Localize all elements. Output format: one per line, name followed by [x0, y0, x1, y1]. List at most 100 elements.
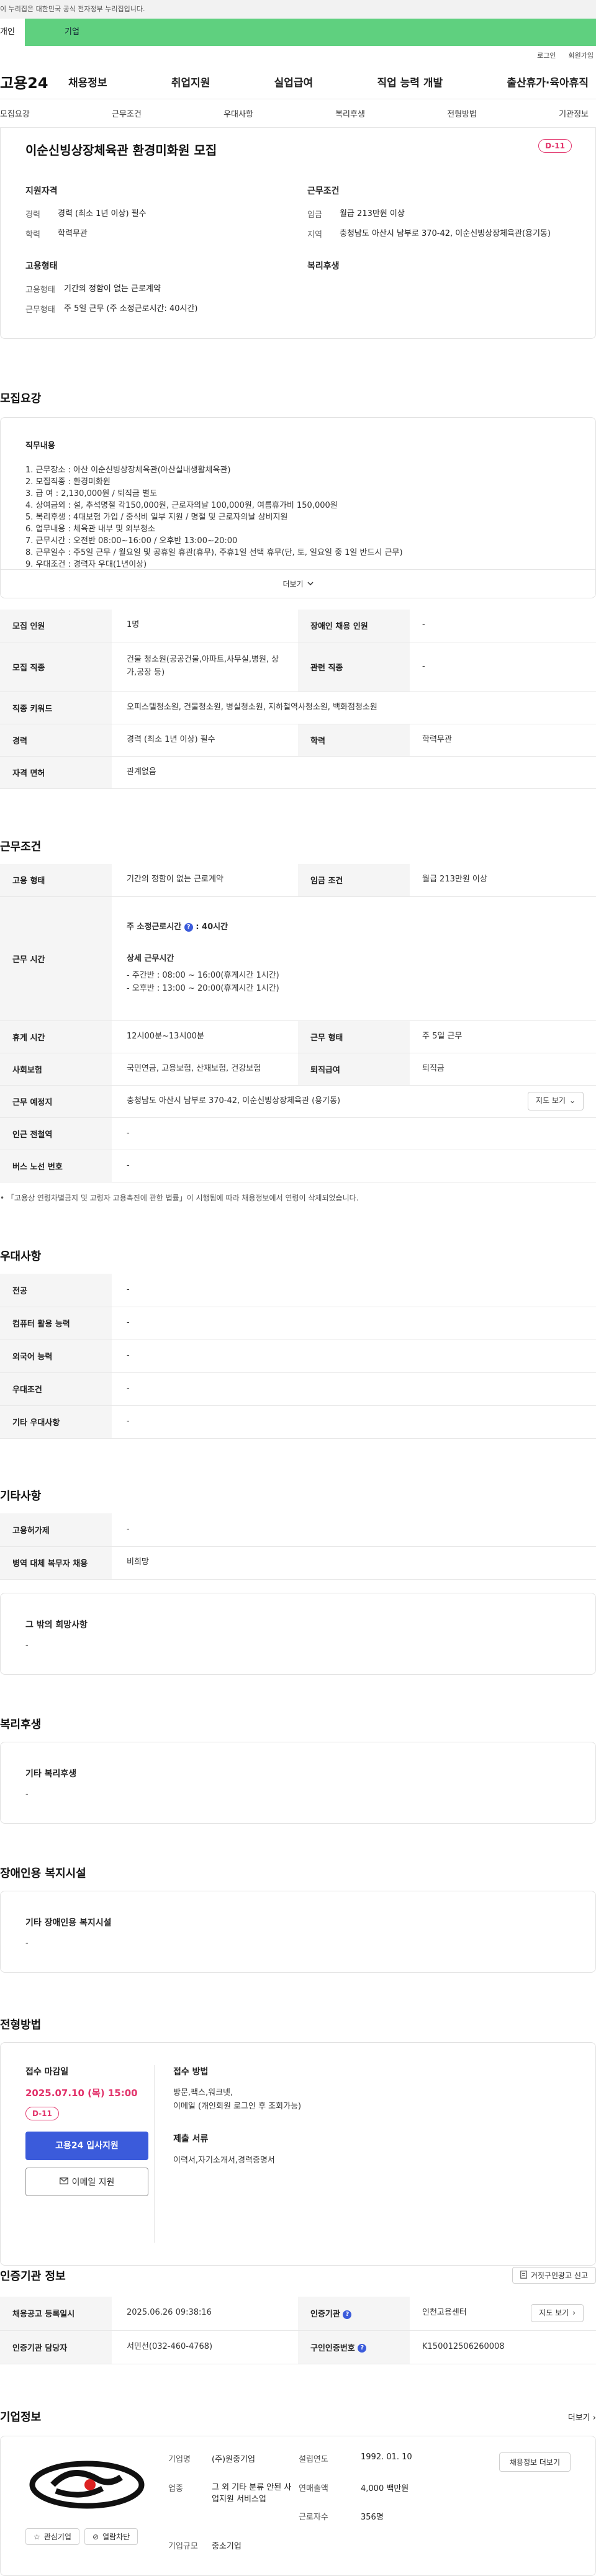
favorite-company-button[interactable]: ☆ 관심기업 — [25, 2528, 79, 2545]
subtab-workcond[interactable]: 근무조건 — [112, 107, 142, 119]
table-row: 직종 키워드 오피스텔청소원, 건물청소원, 병실청소원, 지하철역사청소원, … — [0, 691, 596, 724]
welfare-card: 기타 복리후생 - — [0, 1742, 596, 1824]
job-detail-line: 3. 급 여 : 2,130,000원 / 퇴직금 별도 — [25, 489, 157, 498]
wage-cond-label: 임금 조건 — [298, 864, 410, 897]
chevron-right-icon: › — [572, 2308, 576, 2318]
company-size-value: 중소기업 — [212, 2541, 242, 2551]
disabled-card-heading: 기타 장애인용 복지시설 — [25, 1918, 112, 1928]
top-tab-bar: 개인 기업 — [0, 19, 596, 46]
table-row: 근무 예정지 충청남도 아산시 남부로 370-42, 이순신빙상장체육관 (용… — [0, 1085, 596, 1118]
military-label: 병역 대체 복무자 채용 — [0, 1546, 112, 1580]
report-label: 거짓구인광고 신고 — [530, 2271, 588, 2280]
tab-company[interactable]: 기업 — [25, 19, 596, 46]
detail-subtabs: 모집요강 근무조건 우대사항 복리후생 전형방법 기관정보 — [0, 99, 596, 128]
job-detail-line: 6. 업무내용 : 체육관 내부 및 외부청소 — [25, 525, 156, 534]
insurance-value: 국민연금, 고용보험, 산재보험, 건강보험 — [112, 1053, 298, 1086]
sales-value: 4,000 백만원 — [361, 2484, 409, 2493]
reg-date-value: 2025.06.26 09:38:16 — [112, 2297, 298, 2331]
online-apply-button[interactable]: 고용24 입사지원 — [25, 2132, 148, 2160]
edu-row-value: 학력무관 — [410, 724, 596, 757]
career-row-value: 경력 (최소 1년 이상) 필수 — [112, 724, 298, 757]
bus-value: - — [112, 1150, 596, 1182]
disabled-count-label: 장애인 채용 인원 — [298, 610, 410, 642]
location-value: 충청남도 아산시 남부로 370-42, 이순신빙상장체육관(용기동) — [340, 228, 551, 238]
summary-card: 이순신빙상장체육관 환경미화원 모집 D-11 지원자격 경력 경력 (최소 1년… — [0, 128, 596, 339]
help-icon[interactable]: ? — [184, 922, 193, 932]
company-logo-image — [25, 2452, 148, 2517]
gnb-item-training[interactable]: 직업 능력 개발 — [377, 74, 443, 89]
related-job-label: 관련 직종 — [298, 642, 410, 692]
sales-label: 연매출액 — [299, 2484, 328, 2493]
map-view-button[interactable]: 지도 보기 ⌄ — [527, 1092, 584, 1110]
job-type-label: 모집 직종 — [0, 642, 112, 692]
docs-value: 이력서,자기소개서,경력증명서 — [173, 2156, 275, 2166]
military-value: 비희망 — [112, 1546, 596, 1580]
gnb-menu: 채용정보 취업지원 실업급여 직업 능력 개발 출산휴가·육아휴직 — [68, 74, 596, 89]
more-button[interactable]: 더보기 — [1, 569, 595, 598]
conditions-block: 근무조건 임금 월급 213만원 이상 지역 충청남도 아산시 남부로 370-42… — [307, 184, 571, 247]
company-name-value: (주)원중기업 — [212, 2455, 255, 2464]
subtab-agency[interactable]: 기관정보 — [559, 107, 589, 119]
welfare-card-value: - — [25, 1790, 29, 1799]
bus-label: 버스 노선 번호 — [0, 1150, 112, 1182]
block-label: 열람차단 — [102, 2533, 130, 2541]
employment-heading: 고용형태 — [25, 261, 58, 271]
workcond-table: 고용 형태 기간의 정함이 없는 근로계약 임금 조건 월급 213만원 이상 … — [0, 864, 596, 1182]
job-detail-line: 8. 근무일수 : 주5일 근무 / 월요일 및 공휴일 휴관(휴무), 주휴1… — [25, 548, 403, 557]
founded-label: 설립연도 — [299, 2455, 328, 2464]
gnb-item-employment-support[interactable]: 취업지원 — [171, 74, 210, 89]
site-logo[interactable]: 고용24 — [0, 71, 68, 92]
reg-date-label: 채용공고 등록일시 — [0, 2297, 112, 2331]
agency-map-label: 지도 보기 — [539, 2308, 569, 2318]
pref-table: 전공 - 컴퓨터 활용 능력 - 외국어 능력 - 우대조건 - 기타 우대사항 - — [0, 1274, 596, 1439]
gnb-item-unemployment-benefit[interactable]: 실업급여 — [274, 74, 314, 89]
recruit-section-title: 모집요강 — [0, 392, 42, 405]
gnb-item-jobs[interactable]: 채용정보 — [68, 74, 107, 89]
document-icon — [520, 2270, 527, 2281]
job-detail-line: 4. 상여금외 : 설, 추석명절 각150,000원, 근로자의날 100,0… — [25, 501, 338, 510]
company-jobs-button[interactable]: 채용정보 더보기 — [499, 2452, 571, 2472]
job-detail-heading: 직무내용 — [25, 441, 55, 451]
job-keyword-label: 직종 키워드 — [0, 691, 112, 724]
recruit-table: 모집 인원 1명 장애인 채용 인원 - 모집 직종 건물 청소원(공공건물,아… — [0, 610, 596, 789]
wage-label: 임금 — [307, 210, 322, 220]
email-apply-button[interactable]: 이메일 지원 — [25, 2168, 148, 2196]
agency-section-title: 인증기관 정보 — [0, 2269, 66, 2283]
eps-value: - — [112, 1513, 596, 1547]
subtab-pref[interactable]: 우대사항 — [224, 107, 253, 119]
hours-detail-line: - 주간반 : 08:00 ~ 16:00(휴게시간 1시간) — [127, 971, 279, 980]
license-value: 관계없음 — [112, 756, 596, 789]
weekly-hours-label: 주 소정근로시간 — [127, 922, 182, 932]
help-icon[interactable]: ? — [358, 2344, 367, 2353]
job-title: 이순신빙상장체육관 환경미화원 모집 — [25, 143, 217, 158]
subtab-recruit[interactable]: 모집요강 — [0, 107, 30, 119]
welfare-block: 복리후생 — [307, 259, 571, 322]
company-more-link[interactable]: 더보기 › — [568, 2411, 596, 2423]
severance-label: 퇴직급여 — [298, 1053, 410, 1086]
edu-value: 학력무관 — [58, 228, 88, 238]
favorite-label: 관심기업 — [43, 2533, 71, 2541]
agency-map-button[interactable]: 지도 보기 › — [531, 2304, 584, 2323]
manager-label: 인증기관 담당자 — [0, 2330, 112, 2364]
employees-value: 356명 — [361, 2513, 384, 2522]
join-link[interactable]: 회원가입 — [569, 50, 594, 60]
login-link[interactable]: 로그인 — [537, 50, 556, 60]
job-detail-line: 2. 모집직종 : 환경미화원 — [25, 477, 111, 487]
subtab-welfare[interactable]: 복리후생 — [335, 107, 365, 119]
subtab-apply[interactable]: 전형방법 — [447, 107, 477, 119]
company-section-title: 기업정보 — [0, 2411, 42, 2424]
block-view-button[interactable]: ⊘ 열람차단 — [84, 2528, 138, 2545]
rest-time-label: 휴게 시간 — [0, 1020, 112, 1053]
conditions-heading: 근무조건 — [307, 186, 340, 196]
deadline-heading: 접수 마감일 — [25, 2067, 69, 2077]
language-value: - — [112, 1340, 596, 1373]
help-icon[interactable]: ? — [343, 2310, 352, 2319]
report-fake-ad-button[interactable]: 거짓구인광고 신고 — [512, 2267, 596, 2284]
block-icon: ⊘ — [92, 2532, 99, 2541]
gnb-item-parental-leave[interactable]: 출산휴가·육아휴직 — [507, 74, 589, 89]
tab-personal[interactable]: 개인 — [0, 19, 25, 46]
etc-section-title: 기타사항 — [0, 1490, 42, 1503]
welfare-card-heading: 기타 복리후생 — [25, 1769, 77, 1779]
map-view-label: 지도 보기 — [535, 1096, 566, 1106]
agency-table: 채용공고 등록일시 2025.06.26 09:38:16 인증기관 ? 인천고… — [0, 2297, 596, 2364]
